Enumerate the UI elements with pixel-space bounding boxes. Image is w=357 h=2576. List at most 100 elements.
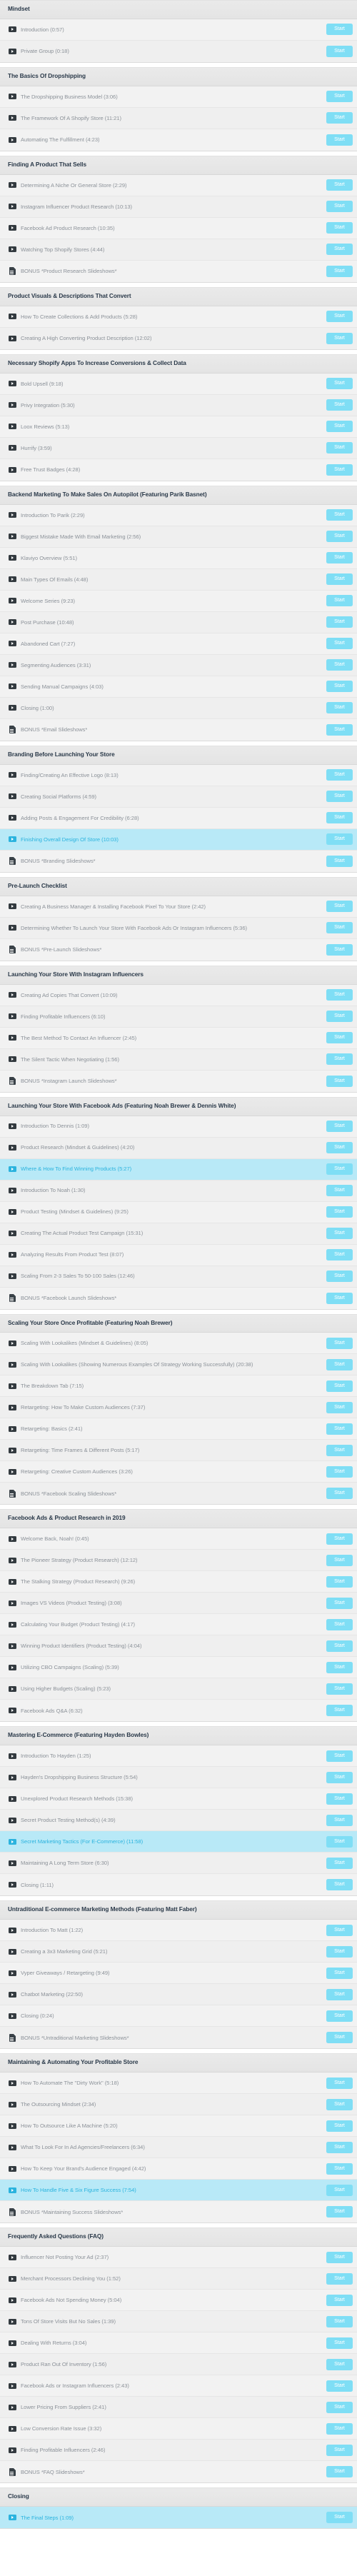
lecture-row[interactable]: Adding Posts & Engagement For Credibilit… (0, 807, 357, 829)
lecture-row[interactable]: Scaling With Lookalikes (Mindset & Guide… (0, 1333, 357, 1355)
start-button[interactable]: Start (326, 1423, 353, 1435)
start-button[interactable]: Start (326, 2098, 353, 2110)
lecture-row[interactable]: Creating A Business Manager & Installing… (0, 896, 357, 918)
start-button[interactable]: Start (326, 1597, 353, 1609)
start-button[interactable]: Start (326, 2315, 353, 2327)
lecture-row[interactable]: Introduction To Hayden (1:25) Start (0, 1745, 357, 1768)
lecture-row[interactable]: Free Trust Badges (4:28) Start (0, 458, 357, 481)
start-button[interactable]: Start (326, 509, 353, 521)
start-button[interactable]: Start (326, 2141, 353, 2153)
lecture-row[interactable]: Utilizing CBO Campaigns (Scaling) (5:39)… (0, 1657, 357, 1679)
lecture-row[interactable]: Introduction To Noah (1:30) Start (0, 1180, 357, 1202)
start-button[interactable]: Start (326, 442, 353, 454)
start-button[interactable]: Start (326, 1988, 353, 2000)
start-button[interactable]: Start (326, 531, 353, 543)
start-button[interactable]: Start (326, 1358, 353, 1370)
start-button[interactable]: Start (326, 1533, 353, 1545)
lecture-row[interactable]: Dealing With Returns (3:04) Start (0, 2332, 357, 2355)
start-button[interactable]: Start (326, 45, 353, 57)
lecture-row[interactable]: The Outsourcing Mindset (2:34) Start (0, 2094, 357, 2116)
lecture-row[interactable]: Calculating Your Budget (Product Testing… (0, 1614, 357, 1636)
start-button[interactable]: Start (326, 1142, 353, 1154)
start-button[interactable]: Start (326, 901, 353, 913)
start-button[interactable]: Start (326, 1575, 353, 1588)
start-button[interactable]: Start (326, 2010, 353, 2022)
lecture-row[interactable]: Retargeting: Creative Custom Audiences (… (0, 1461, 357, 1483)
lecture-row[interactable]: Sending Manual Campaigns (4:03) Start (0, 676, 357, 698)
lecture-row[interactable]: Loox Reviews (5:13) Start (0, 416, 357, 438)
lecture-row[interactable]: Privy Integration (5:30) Start (0, 394, 357, 416)
start-button[interactable]: Start (326, 244, 353, 256)
start-button[interactable]: Start (326, 638, 353, 650)
lecture-row[interactable]: Where & How To Find Winning Products (5:… (0, 1158, 357, 1181)
lecture-row[interactable]: Finding Profitable Influencers (6:10) Sta… (0, 1006, 357, 1028)
start-button[interactable]: Start (326, 1185, 353, 1197)
lecture-row[interactable]: Instagram Influencer Product Research (1… (0, 196, 357, 218)
lecture-row[interactable]: What To Look For In Ad Agencies/Freelanc… (0, 2137, 357, 2159)
start-button[interactable]: Start (326, 595, 353, 607)
start-button[interactable]: Start (326, 723, 353, 736)
lecture-row[interactable]: The Pioneer Strategy (Product Research) … (0, 1550, 357, 1572)
lecture-row[interactable]: Hurrify (3:59) Start (0, 437, 357, 459)
lecture-row[interactable]: Vyper Giveaways / Retargeting (9:49) Star… (0, 1963, 357, 1985)
lecture-row[interactable]: The Best Method To Contact An Influencer… (0, 1027, 357, 1049)
start-button[interactable]: Start (326, 2466, 353, 2478)
lecture-row[interactable]: Private Group (0:18) Start (0, 40, 357, 62)
lecture-row[interactable]: Bold Upsell (9:18) Start (0, 373, 357, 395)
start-button[interactable]: Start (326, 1337, 353, 1349)
start-button[interactable]: Start (326, 1488, 353, 1500)
start-button[interactable]: Start (326, 1292, 353, 1304)
start-button[interactable]: Start (326, 1075, 353, 1087)
lecture-row[interactable]: Segmenting Audiences (3:31) Start (0, 654, 357, 676)
start-button[interactable]: Start (326, 2380, 353, 2392)
lecture-row[interactable]: Hayden's Dropshipping Business Structure… (0, 1767, 357, 1789)
start-button[interactable]: Start (326, 1750, 353, 1762)
lecture-row[interactable]: BONUS *Facebook Scaling Slideshows* Start (0, 1483, 357, 1505)
start-button[interactable]: Start (326, 943, 353, 956)
lecture-row[interactable]: BONUS *Product Research Slideshows* Start (0, 260, 357, 282)
lecture-row[interactable]: Finding/Creating An Effective Logo (8:13… (0, 764, 357, 786)
lecture-row[interactable]: Main Types Of Emails (4:48) Start (0, 568, 357, 591)
start-button[interactable]: Start (326, 24, 353, 36)
start-button[interactable]: Start (326, 922, 353, 934)
lecture-row[interactable]: Closing (1:11) Start (0, 1874, 357, 1896)
lecture-row[interactable]: Retargeting: Time Frames & Different Pos… (0, 1440, 357, 1462)
lecture-row[interactable]: Product Ran Out Of Inventory (1:56) Start (0, 2354, 357, 2376)
start-button[interactable]: Start (326, 616, 353, 628)
lecture-row[interactable]: Creating a 3x3 Marketing Grid (5:21) Star… (0, 1941, 357, 1963)
start-button[interactable]: Start (326, 2272, 353, 2285)
lecture-row[interactable]: Analyzing Results From Product Test (8:0… (0, 1244, 357, 1266)
start-button[interactable]: Start (326, 378, 353, 390)
lecture-row[interactable]: BONUS *Email Slideshows* Start (0, 718, 357, 741)
start-button[interactable]: Start (326, 1683, 353, 1695)
start-button[interactable]: Start (326, 1879, 353, 1891)
lecture-row[interactable]: Automating The Fulfillment (4:23) Start (0, 129, 357, 151)
start-button[interactable]: Start (326, 2358, 353, 2370)
lecture-row[interactable]: Retargeting: Basics (2:41) Start (0, 1418, 357, 1440)
start-button[interactable]: Start (326, 702, 353, 714)
lecture-row[interactable]: BONUS *FAQ Slideshows* Start (0, 2461, 357, 2483)
start-button[interactable]: Start (326, 1554, 353, 1566)
lecture-row[interactable]: Closing (1:00) Start (0, 697, 357, 719)
lecture-row[interactable]: Unexplored Product Research Methods (15:… (0, 1788, 357, 1810)
lecture-row[interactable]: BONUS *Instagram Launch Slideshows* Start (0, 1070, 357, 1092)
lecture-row[interactable]: How To Handle Five & Six Figure Success … (0, 2180, 357, 2202)
start-button[interactable]: Start (326, 791, 353, 803)
lecture-row[interactable]: Abandoned Cart (7:27) Start (0, 633, 357, 655)
start-button[interactable]: Start (326, 1053, 353, 1066)
lecture-row[interactable]: BONUS *Branding Slideshows* Start (0, 850, 357, 872)
lecture-row[interactable]: The Stalking Strategy (Product Research)… (0, 1571, 357, 1593)
start-button[interactable]: Start (326, 1121, 353, 1133)
start-button[interactable]: Start (326, 1032, 353, 1044)
start-button[interactable]: Start (326, 1465, 353, 1478)
start-button[interactable]: Start (326, 1271, 353, 1283)
start-button[interactable]: Start (326, 573, 353, 586)
lecture-row[interactable]: Creating Ad Copies That Convert (10:09) S… (0, 984, 357, 1006)
lecture-row[interactable]: Winning Product Identifiers (Product Tes… (0, 1635, 357, 1658)
lecture-row[interactable]: Watching Top Shopify Stores (4:44) Start (0, 239, 357, 261)
lecture-row[interactable]: How To Keep Your Brand's Audience Engage… (0, 2158, 357, 2180)
start-button[interactable]: Start (326, 1967, 353, 1979)
lecture-row[interactable]: Retargeting: How To Make Custom Audience… (0, 1397, 357, 1419)
lecture-row[interactable]: Product Testing (Mindset & Guidelines) (… (0, 1201, 357, 1223)
lecture-row[interactable]: Post Purchase (10:48) Start (0, 611, 357, 633)
